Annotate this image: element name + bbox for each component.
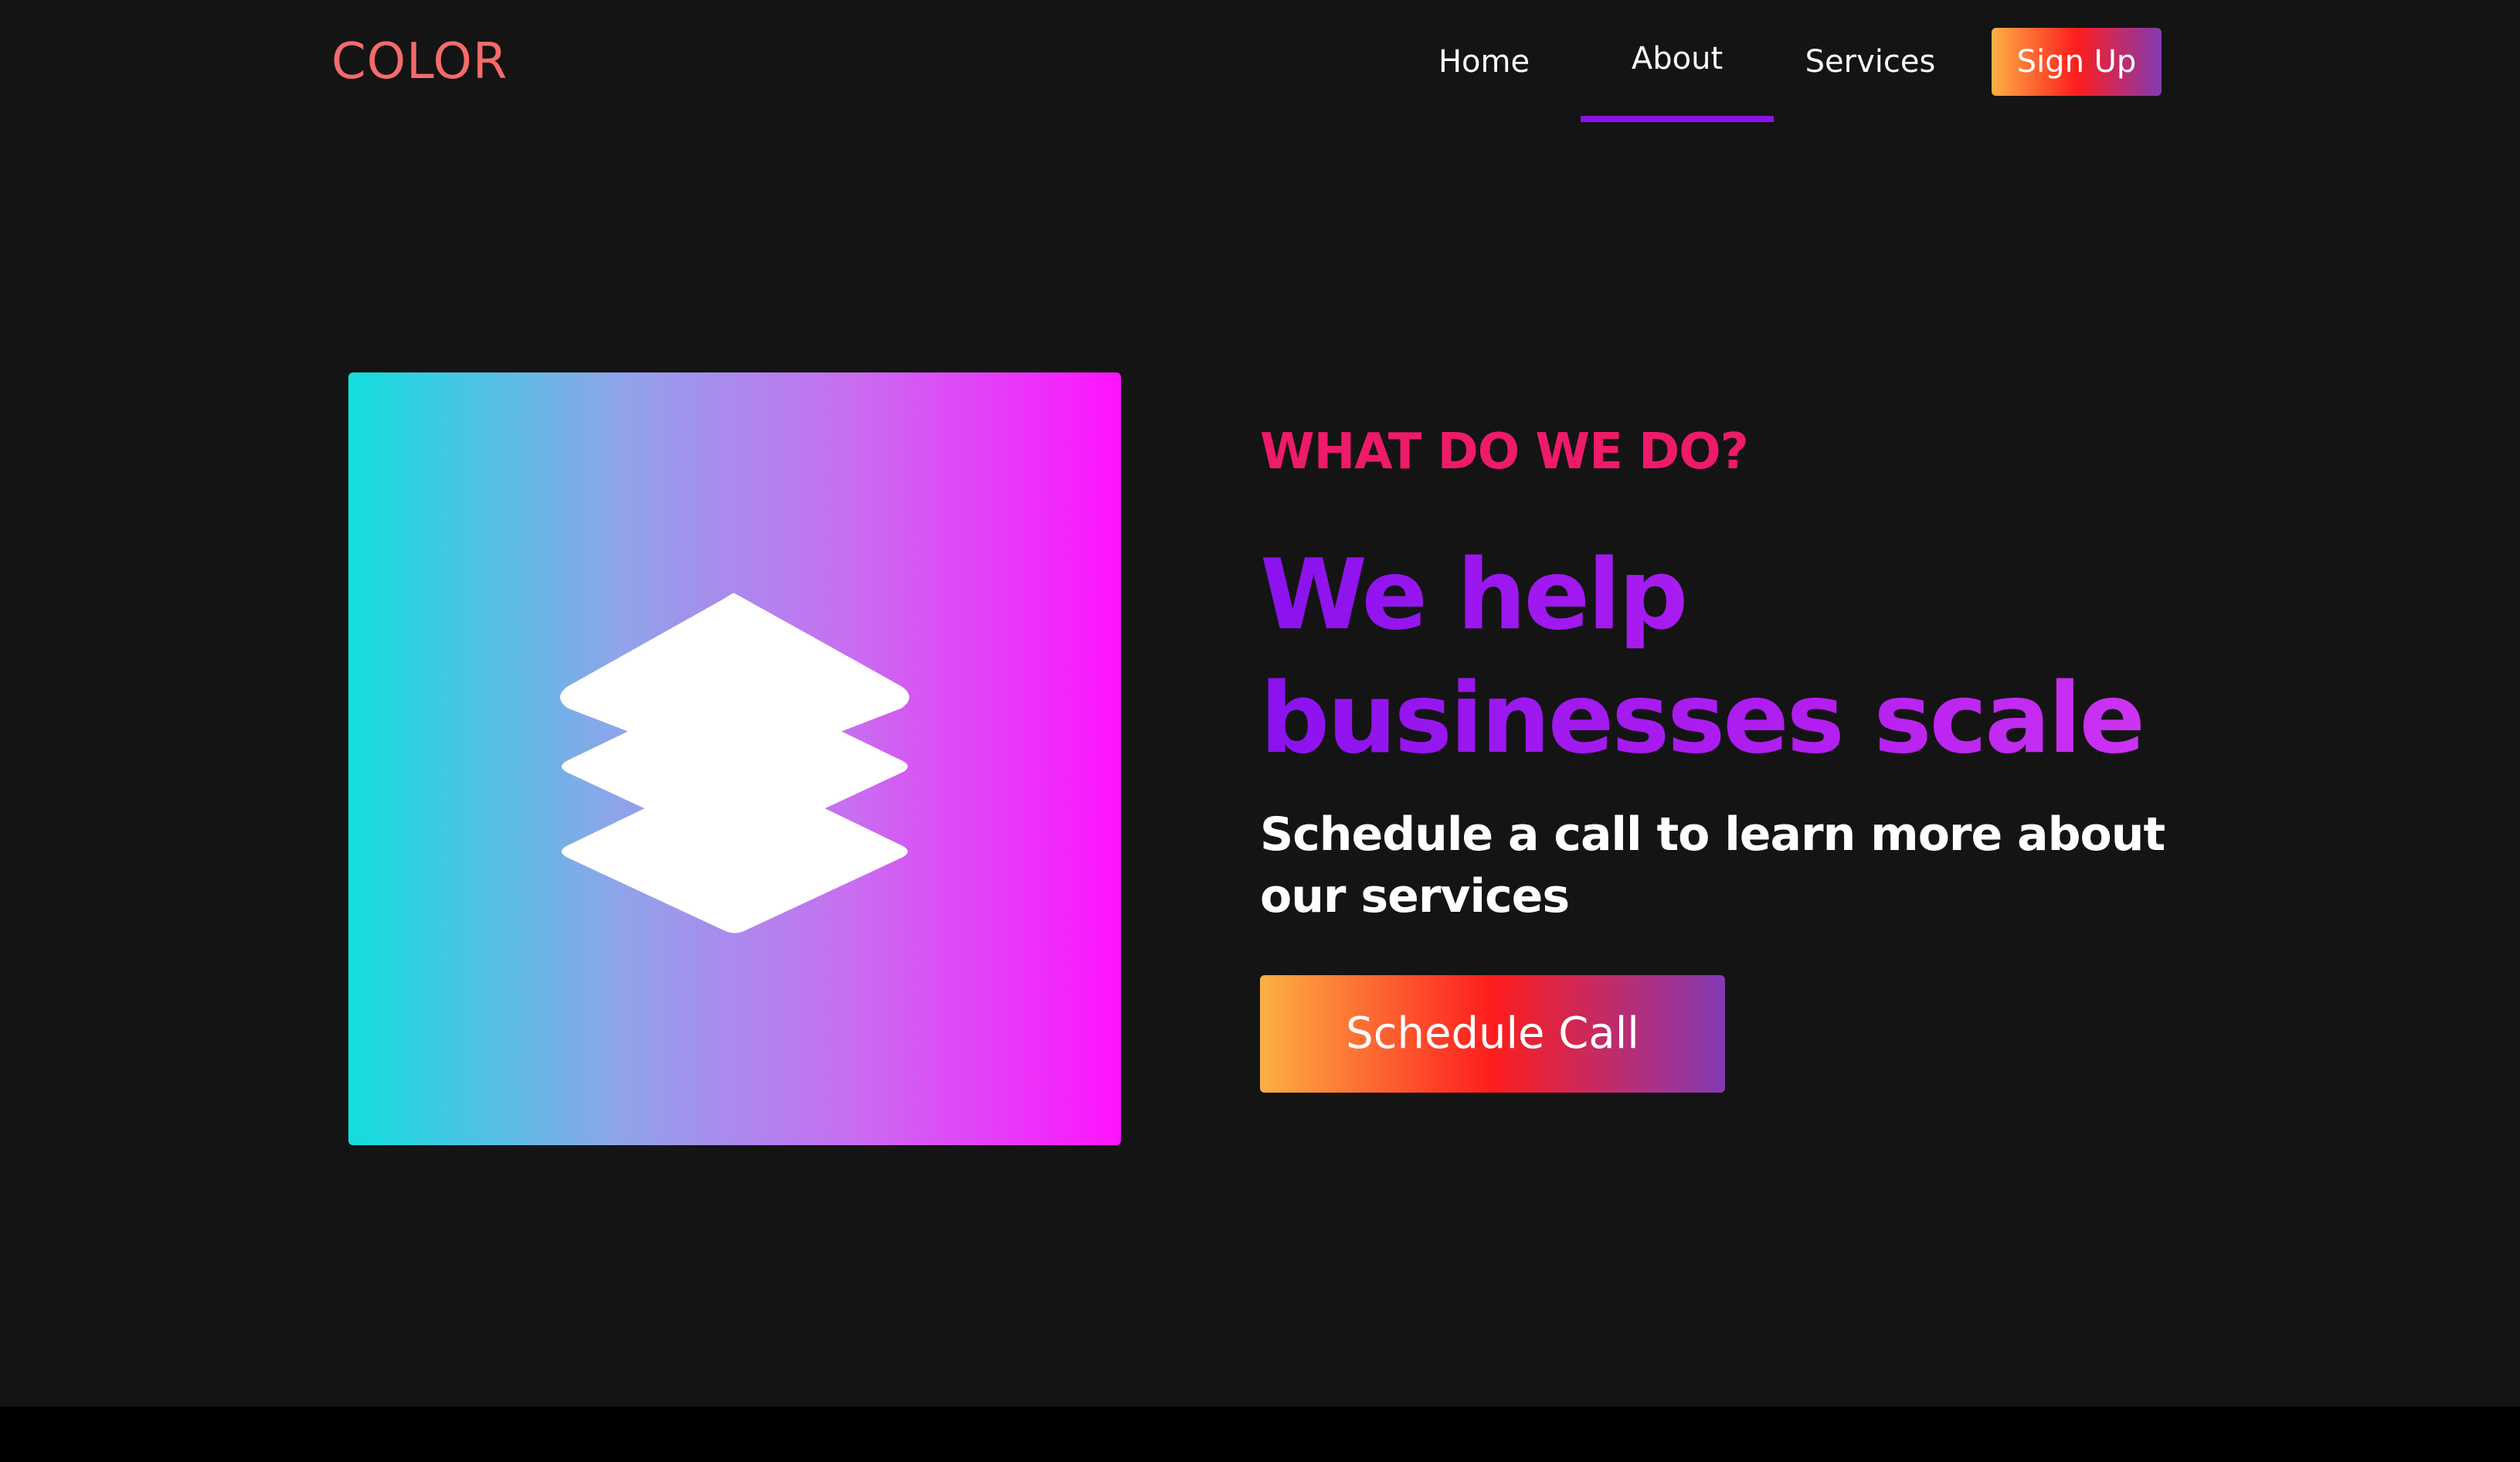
landing-page: COLOR Home About Services Sign Up WHAT D… [0, 0, 2520, 1462]
layers-icon [560, 593, 909, 933]
schedule-call-button[interactable]: Schedule Call [1260, 975, 1725, 1093]
logo[interactable]: COLOR [331, 31, 508, 93]
nav-link-about[interactable]: About [1581, 28, 1774, 90]
nav-link-services[interactable]: Services [1797, 31, 1944, 93]
active-nav-indicator [1581, 116, 1774, 122]
section-eyebrow: WHAT DO WE DO? [1260, 423, 1749, 481]
hero-image [348, 372, 1121, 1145]
hero-subtitle: Schedule a call to learn more about our … [1260, 808, 2165, 923]
nav-link-home[interactable]: Home [1411, 31, 1557, 93]
page-footer-strip [0, 1406, 2520, 1462]
hero-headline: We help businesses scale [1260, 533, 2218, 780]
sign-up-button[interactable]: Sign Up [1992, 28, 2162, 96]
